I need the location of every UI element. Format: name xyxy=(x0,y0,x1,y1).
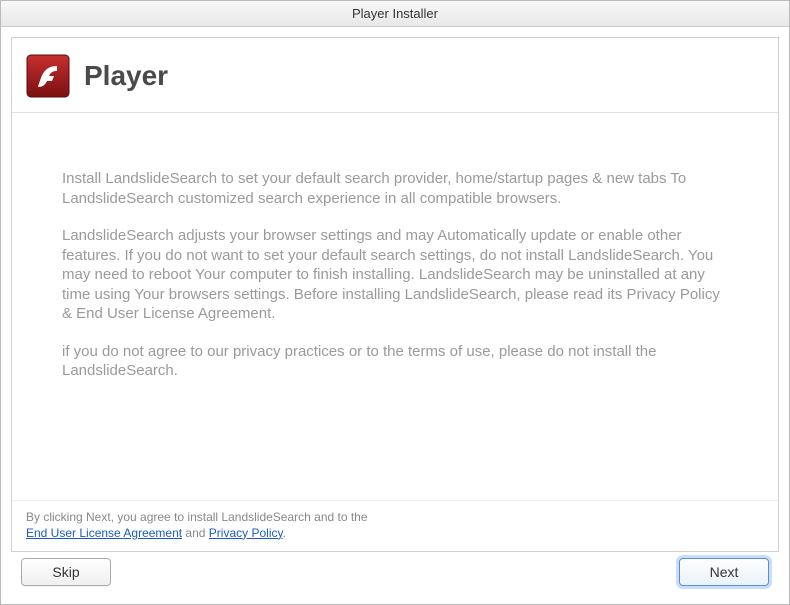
window-title: Player Installer xyxy=(352,6,438,21)
header: Player xyxy=(12,38,778,112)
install-description-2: LandslideSearch adjusts your browser set… xyxy=(62,226,728,324)
button-bar: Skip Next xyxy=(11,552,779,594)
privacy-policy-link[interactable]: Privacy Policy xyxy=(209,526,283,540)
install-description-1: Install LandslideSearch to set your defa… xyxy=(62,169,728,208)
body-text: Install LandslideSearch to set your defa… xyxy=(12,113,778,419)
eula-link[interactable]: End User License Agreement xyxy=(26,526,182,540)
content-area: Player Install LandslideSearch to set yo… xyxy=(1,27,789,604)
flash-player-icon xyxy=(26,54,70,98)
agreement-and: and xyxy=(182,526,209,540)
installer-window: Player Installer xyxy=(0,0,790,605)
spacer xyxy=(12,419,778,500)
next-button[interactable]: Next xyxy=(679,558,769,586)
inner-panel: Player Install LandslideSearch to set yo… xyxy=(11,37,779,552)
agreement-bar: By clicking Next, you agree to install L… xyxy=(12,500,778,551)
skip-button[interactable]: Skip xyxy=(21,558,111,586)
titlebar: Player Installer xyxy=(1,1,789,27)
agreement-prefix: By clicking Next, you agree to install L… xyxy=(26,510,368,524)
install-description-3: if you do not agree to our privacy pract… xyxy=(62,342,728,381)
app-title: Player xyxy=(84,60,168,92)
agreement-suffix: . xyxy=(283,526,286,540)
